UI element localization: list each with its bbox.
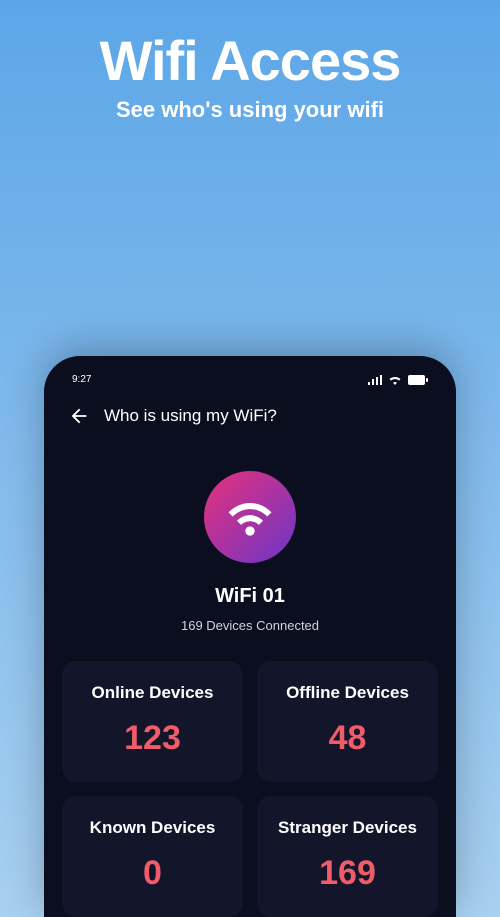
battery-icon	[408, 375, 428, 385]
promo-title: Wifi Access	[0, 28, 500, 93]
status-time: 9:27	[72, 374, 91, 385]
devices-connected-text: 169 Devices Connected	[181, 618, 319, 633]
status-right	[368, 375, 428, 385]
card-value: 0	[72, 854, 233, 893]
wifi-icon	[204, 471, 296, 563]
known-devices-card[interactable]: Known Devices 0	[62, 796, 243, 917]
cards-grid-row2: Known Devices 0 Stranger Devices 169	[62, 796, 438, 917]
online-devices-card[interactable]: Online Devices 123	[62, 661, 243, 782]
back-arrow-icon[interactable]	[68, 405, 90, 427]
wifi-hero: WiFi 01 169 Devices Connected	[62, 447, 438, 661]
card-label: Stranger Devices	[267, 818, 428, 838]
card-label: Offline Devices	[267, 683, 428, 703]
header-title: Who is using my WiFi?	[104, 406, 277, 426]
offline-devices-card[interactable]: Offline Devices 48	[257, 661, 438, 782]
wifi-name: WiFi 01	[215, 585, 285, 608]
phone-frame: 9:27 Who is using my WiFi? WiFi 01 169 D…	[44, 356, 456, 917]
card-value: 169	[267, 854, 428, 893]
app-header: Who is using my WiFi?	[62, 399, 438, 447]
card-value: 48	[267, 719, 428, 758]
signal-icon	[368, 375, 382, 385]
card-label: Known Devices	[72, 818, 233, 838]
card-value: 123	[72, 719, 233, 758]
card-label: Online Devices	[72, 683, 233, 703]
status-bar: 9:27	[62, 370, 438, 399]
stranger-devices-card[interactable]: Stranger Devices 169	[257, 796, 438, 917]
wifi-status-icon	[388, 375, 402, 385]
promo-subtitle: See who's using your wifi	[0, 97, 500, 123]
cards-grid: Online Devices 123 Offline Devices 48	[62, 661, 438, 782]
